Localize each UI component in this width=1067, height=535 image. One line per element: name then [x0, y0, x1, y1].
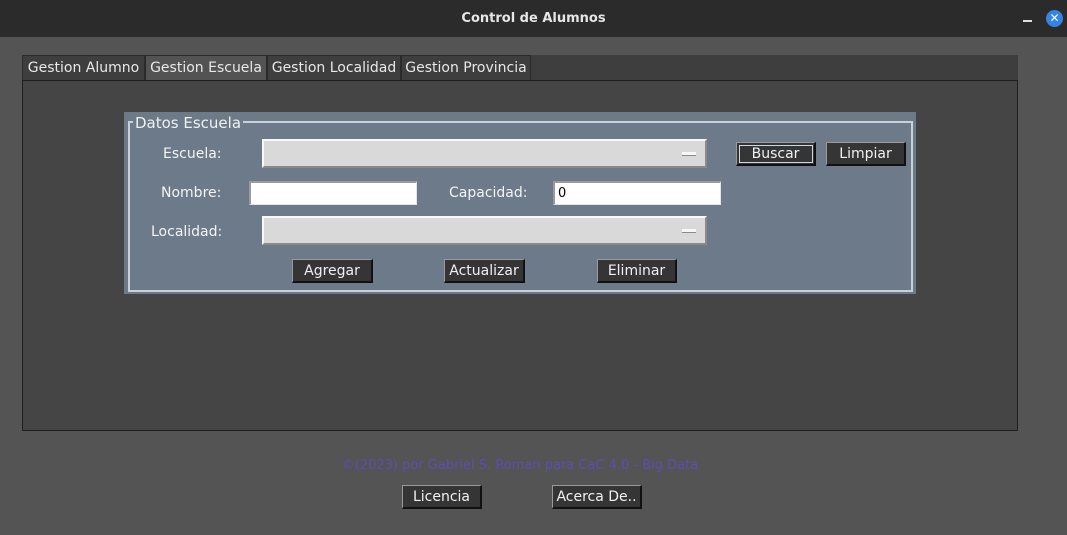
eliminar-button[interactable]: Eliminar [597, 259, 677, 283]
tab-gestion-provincia[interactable]: Gestion Provincia [401, 55, 531, 80]
tab-gestion-localidad[interactable]: Gestion Localidad [267, 55, 401, 80]
nombre-label: Nombre: [161, 185, 222, 201]
escuela-combobox[interactable] [262, 139, 707, 168]
actualizar-button[interactable]: Actualizar [444, 259, 525, 283]
capacidad-label: Capacidad: [449, 185, 528, 201]
frame-title: Datos Escuela [133, 114, 244, 132]
buscar-button[interactable]: Buscar [736, 142, 816, 166]
licencia-button[interactable]: Licencia [402, 485, 482, 509]
capacidad-input[interactable] [553, 181, 721, 205]
escuela-label: Escuela: [163, 146, 222, 162]
dropdown-arrow-icon [682, 152, 696, 156]
limpiar-button[interactable]: Limpiar [826, 142, 906, 166]
tab-gestion-alumno[interactable]: Gestion Alumno [22, 55, 145, 80]
acerca-de-button[interactable]: Acerca De.. [552, 485, 642, 509]
minimize-icon[interactable] [1021, 11, 1035, 25]
credit-text: ©(2023) por Gabriel S. Roman para CaC 4.… [341, 458, 699, 473]
agregar-button[interactable]: Agregar [292, 259, 373, 283]
window-title: Control de Alumnos [461, 11, 606, 26]
tab-gestion-escuela[interactable]: Gestion Escuela [145, 55, 267, 80]
window-titlebar: Control de Alumnos ✕ [0, 0, 1067, 37]
nombre-input[interactable] [249, 181, 417, 205]
localidad-combobox[interactable] [262, 216, 707, 245]
dropdown-arrow-icon [682, 229, 696, 233]
close-icon[interactable]: ✕ [1046, 10, 1063, 27]
localidad-label: Localidad: [151, 224, 223, 240]
